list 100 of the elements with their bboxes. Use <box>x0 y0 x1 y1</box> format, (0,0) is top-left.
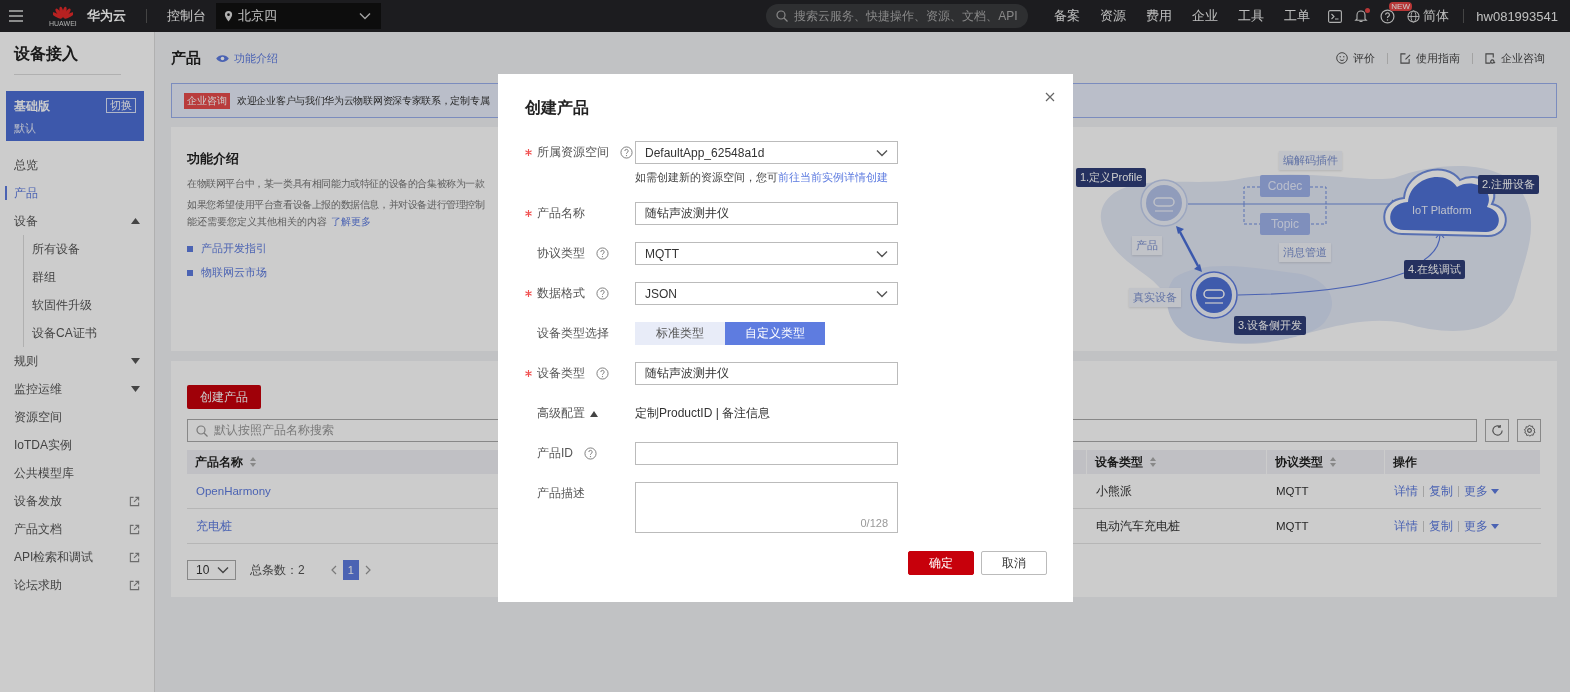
sort-icon[interactable] <box>1149 456 1157 468</box>
external-link-icon[interactable] <box>129 579 140 591</box>
brand-name[interactable]: 华为云 <box>86 7 126 25</box>
bell-icon[interactable] <box>1354 9 1369 23</box>
table-cell: 小熊派 <box>1087 474 1267 509</box>
sidebar-item[interactable]: API检索和调试 <box>0 543 154 571</box>
sidebar-item[interactable]: 设备 <box>0 207 154 235</box>
search-icon <box>196 424 208 437</box>
column-header[interactable]: 协议类型 <box>1267 450 1385 474</box>
menu-icon[interactable] <box>9 10 23 22</box>
chevron-down-icon <box>217 566 229 574</box>
select-field[interactable]: JSON <box>635 282 898 305</box>
flower-logo-icon[interactable] <box>52 5 73 20</box>
sidebar-subitem[interactable]: 设备CA证书 <box>24 319 154 347</box>
nav-link[interactable]: 工具 <box>1228 7 1275 25</box>
chevron-down-icon <box>876 148 888 157</box>
external-link-icon[interactable] <box>129 551 140 563</box>
segment-option[interactable]: 标准类型 <box>635 322 725 345</box>
header-link[interactable]: 评价 <box>1336 50 1375 66</box>
switch-button[interactable]: 切换 <box>106 98 136 113</box>
sidebar-item[interactable]: 产品文档 <box>0 515 154 543</box>
bullet-icon <box>187 269 193 276</box>
document-icon <box>1485 52 1496 64</box>
user-name[interactable]: hw081993541 <box>1476 8 1558 24</box>
action-link[interactable]: 详情 <box>1394 483 1418 499</box>
page-size-select[interactable]: 10 <box>187 560 236 580</box>
edit-icon <box>1400 52 1411 64</box>
advanced-toggle[interactable]: 高级配置 <box>537 405 598 422</box>
product-node <box>1140 179 1188 227</box>
search-icon <box>776 10 789 22</box>
tag-label: 消息管道 <box>1279 243 1331 262</box>
action-link[interactable]: 复制 <box>1429 483 1453 499</box>
input-field[interactable]: 随钻声波测井仪 <box>635 362 898 385</box>
action-link[interactable]: 复制 <box>1429 518 1453 534</box>
caret-down-icon[interactable] <box>131 358 140 364</box>
advanced-summary: 定制ProductID | 备注信息 <box>635 406 771 420</box>
nav-link[interactable]: 备案 <box>1044 7 1091 25</box>
select-field[interactable]: DefaultApp_62548a1d <box>635 141 898 164</box>
column-header: 操作 <box>1385 450 1541 474</box>
sidebar-item[interactable]: 论坛求助 <box>0 571 154 599</box>
tag-label: 编解码插件 <box>1279 151 1342 170</box>
chevron-down-icon <box>876 289 888 298</box>
instance-detail-link[interactable]: 前往当前实例详情创建 <box>778 171 888 183</box>
consult-tag: 企业咨询 <box>184 92 230 109</box>
settings-button[interactable] <box>1517 419 1541 442</box>
intro-text: 在物联网平台中，某一类具有相同能力或特征的设备的合集被称为一款 <box>187 177 485 191</box>
sort-icon[interactable] <box>249 456 257 468</box>
sidebar-item[interactable]: 规则 <box>0 347 154 375</box>
column-header[interactable]: 设备类型 <box>1087 450 1267 474</box>
sidebar-item[interactable]: 监控运维 <box>0 375 154 403</box>
caret-up-icon[interactable] <box>131 218 140 224</box>
external-link-icon[interactable] <box>129 495 140 507</box>
sidebar-subitem[interactable]: 群组 <box>24 263 154 291</box>
edition-card[interactable]: 基础版 切换 默认 <box>6 91 144 141</box>
region-select[interactable]: 北京四 <box>215 3 381 29</box>
cancel-button[interactable]: 取消 <box>981 551 1047 575</box>
field-label: 产品描述 <box>537 485 585 502</box>
caret-down-icon[interactable] <box>131 386 140 392</box>
sidebar-item[interactable]: 设备发放 <box>0 487 154 515</box>
input-field[interactable]: 随钻声波测井仪 <box>635 202 898 225</box>
product-name-link[interactable]: OpenHarmony <box>196 485 271 497</box>
confirm-button[interactable]: 确定 <box>908 551 974 575</box>
page-title: 产品 <box>171 48 201 68</box>
header-link[interactable]: 使用指南 <box>1400 50 1460 66</box>
guide-link[interactable]: 产品开发指引 <box>201 241 267 256</box>
nav-link[interactable]: 工单 <box>1274 7 1321 25</box>
learn-more-link[interactable]: 了解更多 <box>331 215 371 229</box>
chevron-down-icon <box>876 249 888 258</box>
create-product-button[interactable]: 创建产品 <box>187 385 261 409</box>
location-pin-icon <box>223 10 233 22</box>
refresh-button[interactable] <box>1485 419 1509 442</box>
header-link[interactable]: 企业咨询 <box>1485 50 1545 66</box>
action-link[interactable]: 详情 <box>1394 518 1418 534</box>
guide-link[interactable]: 物联网云市场 <box>201 265 267 280</box>
console-link[interactable]: 控制台 <box>166 7 206 25</box>
external-link-icon[interactable] <box>129 523 140 535</box>
table-cell: 电动汽车充电桩 <box>1087 509 1267 544</box>
sidebar-subitem[interactable]: 软固件升级 <box>24 291 154 319</box>
nav-link[interactable]: 企业 <box>1182 7 1229 25</box>
page-button[interactable]: 1 <box>342 560 359 580</box>
sidebar-item[interactable]: IoTDA实例 <box>0 431 154 459</box>
sidebar-item[interactable]: 产品 <box>0 179 154 207</box>
sort-icon[interactable] <box>1329 456 1337 468</box>
action-link[interactable]: 更多 <box>1464 483 1499 499</box>
input-field[interactable] <box>635 442 898 465</box>
field-label: 所属资源空间 <box>537 144 609 161</box>
feature-intro-link[interactable]: 功能介绍 <box>215 50 278 66</box>
sidebar-item[interactable]: 资源空间 <box>0 403 154 431</box>
nav-link[interactable]: 资源 <box>1090 7 1137 25</box>
sidebar-item[interactable]: 总览 <box>0 151 154 179</box>
terminal-icon[interactable] <box>1328 9 1343 23</box>
sidebar-item[interactable]: 公共模型库 <box>0 459 154 487</box>
segment-option[interactable]: 自定义类型 <box>725 322 825 345</box>
action-link[interactable]: 更多 <box>1464 518 1499 534</box>
nav-link[interactable]: 费用 <box>1136 7 1183 25</box>
search-field[interactable]: 搜索云服务、快捷操作、资源、文档、API <box>766 4 1029 28</box>
product-name-link[interactable]: 充电桩 <box>196 518 232 534</box>
select-field[interactable]: MQTT <box>635 242 898 265</box>
sidebar-subitem[interactable]: 所有设备 <box>24 235 154 263</box>
chevron-down-icon <box>358 12 371 20</box>
